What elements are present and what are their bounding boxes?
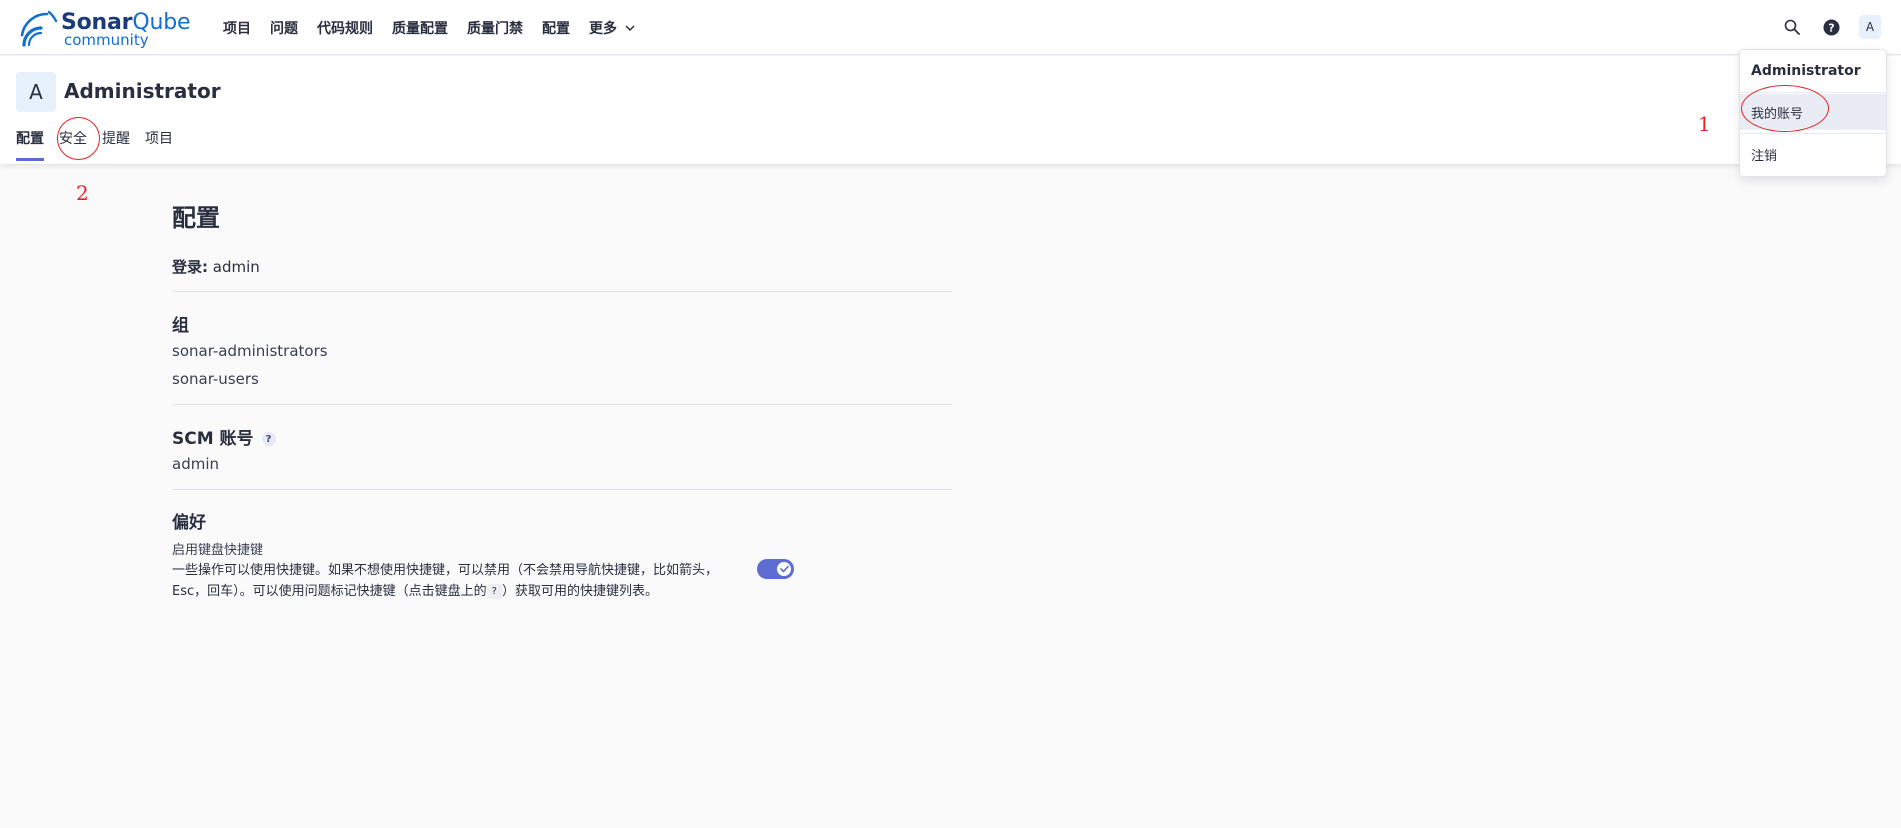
search-button[interactable] [1781, 16, 1803, 38]
nav-more-label: 更多 [589, 20, 617, 37]
nav-projects[interactable]: 项目 [223, 18, 251, 38]
keyboard-key: ? [486, 584, 502, 599]
divider [172, 404, 952, 405]
group-item: sonar-users [172, 370, 259, 388]
login-label: 登录: [172, 258, 208, 276]
nav-rules[interactable]: 代码规则 [317, 18, 373, 38]
annotation-number-1: 1 [1698, 112, 1711, 136]
annotation-circle-2 [57, 117, 100, 160]
preferences-heading: 偏好 [172, 513, 206, 533]
user-menu-button[interactable]: A [1859, 15, 1881, 39]
chevron-down-icon [625, 25, 635, 32]
profile-content: 配置 登录: admin 组 sonar-administrators sona… [172, 198, 952, 599]
help-icon: ? [1823, 19, 1839, 35]
preference-description: 一些操作可以使用快捷键。如果不想使用快捷键，可以禁用（不会禁用导航快捷键，比如箭… [172, 563, 719, 599]
search-icon [1784, 19, 1800, 35]
login-row: 登录: admin [172, 256, 260, 277]
sonarqube-logo[interactable]: SonarQube community [19, 7, 190, 49]
top-navigation-bar: SonarQube community 项目 问题 代码规则 质量配置 质量门禁… [0, 0, 1901, 55]
tab-projects[interactable]: 项目 [145, 128, 173, 161]
divider [1740, 133, 1886, 134]
dropdown-user-name: Administrator [1751, 63, 1861, 79]
divider [172, 291, 952, 292]
preference-name: 启用键盘快捷键 [172, 543, 264, 558]
user-name: Administrator [64, 79, 221, 103]
help-button[interactable]: ? [1820, 16, 1842, 38]
page-title: 配置 [172, 204, 220, 232]
keyboard-shortcuts-toggle[interactable] [757, 559, 794, 579]
group-item: sonar-administrators [172, 342, 328, 360]
account-header: A Administrator 配置 安全 提醒 项目 [0, 56, 1901, 164]
svg-text:?: ? [1828, 21, 1834, 34]
scm-heading: SCM 账号? [172, 424, 276, 449]
toggle-knob [777, 562, 791, 576]
groups-heading: 组 [172, 316, 189, 336]
sonarqube-logo-icon [20, 10, 58, 47]
nav-quality-gates[interactable]: 质量门禁 [467, 18, 523, 38]
nav-quality-profiles[interactable]: 质量配置 [392, 18, 448, 38]
check-icon [779, 565, 789, 573]
login-value: admin [212, 258, 260, 276]
divider [172, 489, 952, 490]
main-nav: 项目 问题 代码规则 质量配置 质量门禁 配置 更多 [223, 0, 654, 55]
tab-profile[interactable]: 配置 [16, 128, 44, 161]
logo-edition: community [64, 31, 149, 49]
nav-more[interactable]: 更多 [589, 18, 635, 38]
tab-notifications[interactable]: 提醒 [102, 128, 130, 161]
user-avatar: A [16, 72, 56, 112]
account-tabs: 配置 安全 提醒 项目 [16, 128, 188, 161]
nav-administration[interactable]: 配置 [542, 18, 570, 38]
annotation-number-2: 2 [76, 181, 89, 205]
help-icon[interactable]: ? [261, 432, 276, 446]
nav-issues[interactable]: 问题 [270, 18, 298, 38]
scm-heading-label: SCM 账号 [172, 429, 254, 449]
logout-menu-item[interactable]: 注销 [1740, 136, 1886, 172]
annotation-circle-1 [1741, 85, 1829, 132]
avatar: A [1859, 15, 1881, 39]
scm-account-item: admin [172, 455, 219, 473]
